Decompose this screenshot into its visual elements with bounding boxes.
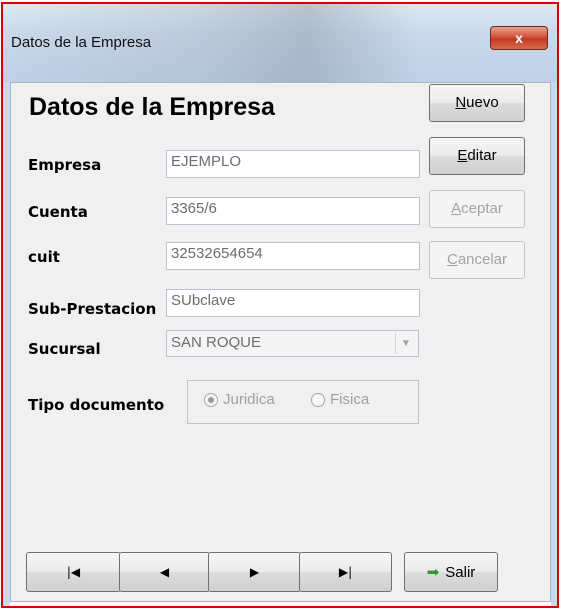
arrow-right-icon: ➡ [426, 563, 440, 581]
empresa-field[interactable]: EJEMPLO [166, 150, 420, 178]
radio-juridica-label[interactable]: Juridica [223, 391, 275, 408]
last-record-button[interactable]: ▶| [299, 552, 392, 592]
radio-fisica-label[interactable]: Fisica [330, 391, 369, 408]
previous-record-button[interactable]: ◀ [119, 552, 210, 592]
window: Datos de la Empresa x Datos de la Empres… [1, 2, 559, 608]
empresa-label: Empresa [28, 156, 102, 174]
cuenta-field[interactable]: 3365/6 [166, 197, 420, 225]
skip-first-icon: |◀ [66, 565, 81, 579]
tipo-documento-group: Juridica Fisica [187, 380, 419, 424]
salir-label: Salir [445, 564, 476, 581]
tipo-documento-label: Tipo documento [28, 396, 165, 414]
next-icon: ▶ [249, 565, 260, 579]
title-bar: Datos de la Empresa x [3, 4, 557, 82]
window-title: Datos de la Empresa [11, 34, 152, 51]
cuit-field[interactable]: 32532654654 [166, 242, 420, 270]
chevron-down-icon[interactable]: ▼ [395, 333, 416, 354]
page-title: Datos de la Empresa [29, 93, 275, 121]
next-record-button[interactable]: ▶ [208, 552, 301, 592]
aceptar-button[interactable]: Aceptar [429, 190, 525, 228]
cuit-label: cuit [28, 248, 60, 266]
first-record-button[interactable]: |◀ [26, 552, 121, 592]
close-button[interactable]: x [490, 26, 548, 50]
cuenta-label: Cuenta [28, 203, 88, 221]
sucursal-selected-value: SAN ROQUE [171, 334, 262, 351]
sub-prestacion-label: Sub-Prestacion [28, 300, 157, 318]
salir-button[interactable]: ➡ Salir [404, 552, 498, 592]
nuevo-button[interactable]: Nuevo [429, 84, 525, 122]
sub-prestacion-field[interactable]: SUbclave [166, 289, 420, 317]
radio-fisica[interactable] [311, 393, 325, 407]
sucursal-select[interactable]: SAN ROQUE ▼ [166, 330, 419, 357]
editar-button[interactable]: Editar [429, 137, 525, 175]
sucursal-label: Sucursal [28, 340, 101, 358]
previous-icon: ◀ [159, 565, 170, 579]
radio-juridica[interactable] [204, 393, 218, 407]
skip-last-icon: ▶| [338, 565, 353, 579]
cancelar-button[interactable]: Cancelar [429, 241, 525, 279]
